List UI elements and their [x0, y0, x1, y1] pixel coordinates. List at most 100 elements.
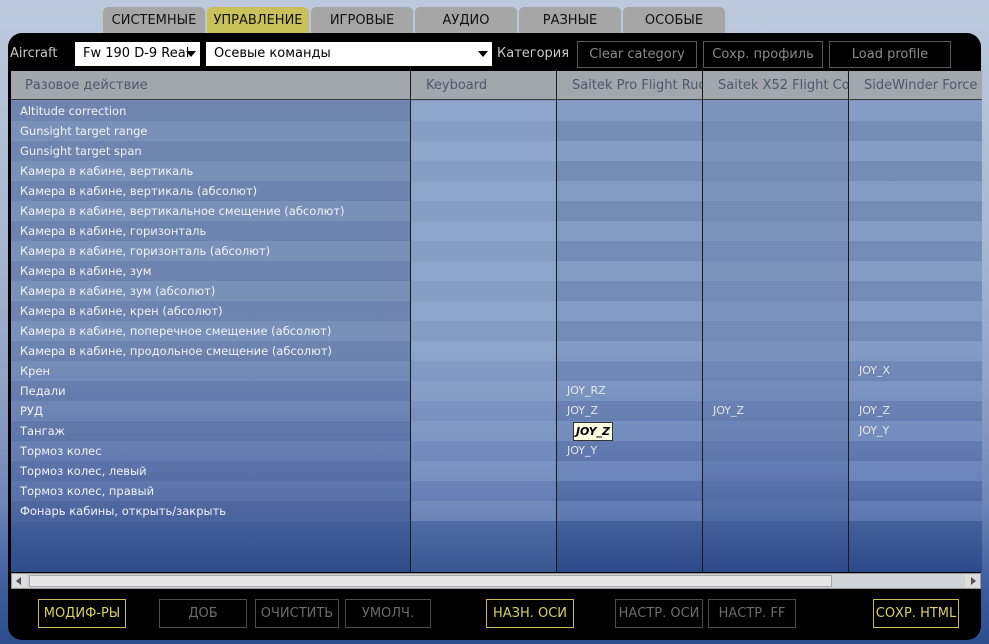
- binding-cell[interactable]: [411, 221, 556, 241]
- add-button[interactable]: ДОБ: [159, 599, 247, 628]
- tab-game[interactable]: ИГРОВЫЕ: [311, 7, 413, 34]
- save-html-button[interactable]: СОХР. HTML: [873, 599, 959, 628]
- binding-cell[interactable]: [411, 141, 556, 161]
- binding-editing-value[interactable]: JOY_Z: [573, 422, 613, 441]
- table-row[interactable]: Камера в кабине, зум (абсолют): [11, 281, 982, 301]
- binding-cell[interactable]: [703, 481, 848, 501]
- binding-cell[interactable]: [557, 501, 702, 521]
- binding-cell[interactable]: [703, 361, 848, 381]
- binding-cell[interactable]: [849, 501, 982, 521]
- axis-settings-button[interactable]: НАСТР. ОСИ: [615, 599, 703, 628]
- assign-axes-button[interactable]: НАЗН. ОСИ: [486, 599, 574, 628]
- binding-cell[interactable]: [411, 261, 556, 281]
- binding-cell[interactable]: [411, 441, 556, 461]
- binding-cell[interactable]: [411, 101, 556, 121]
- scroll-right-button[interactable]: [965, 574, 980, 588]
- table-row[interactable]: Камера в кабине, горизонталь (абсолют): [11, 241, 982, 261]
- binding-cell[interactable]: [557, 181, 702, 201]
- binding-cell[interactable]: [703, 241, 848, 261]
- table-row[interactable]: Gunsight target range: [11, 121, 982, 141]
- binding-cell[interactable]: [703, 281, 848, 301]
- binding-cell[interactable]: [411, 181, 556, 201]
- binding-cell[interactable]: [557, 341, 702, 361]
- binding-cell[interactable]: [849, 181, 982, 201]
- binding-cell[interactable]: [849, 261, 982, 281]
- binding-cell[interactable]: [557, 201, 702, 221]
- binding-cell[interactable]: [411, 501, 556, 521]
- binding-cell[interactable]: [703, 181, 848, 201]
- table-row[interactable]: Камера в кабине, продольное смещение (аб…: [11, 341, 982, 361]
- table-row[interactable]: Камера в кабине, вертикаль: [11, 161, 982, 181]
- binding-cell[interactable]: [849, 321, 982, 341]
- scroll-left-button[interactable]: [12, 574, 27, 588]
- binding-cell[interactable]: [849, 381, 982, 401]
- binding-cell[interactable]: [849, 461, 982, 481]
- binding-cell[interactable]: [849, 301, 982, 321]
- table-row[interactable]: Камера в кабине, вертикаль (абсолют): [11, 181, 982, 201]
- binding-cell[interactable]: [411, 481, 556, 501]
- binding-cell[interactable]: [703, 161, 848, 181]
- binding-cell[interactable]: [411, 321, 556, 341]
- tab-misc[interactable]: РАЗНЫЕ: [519, 7, 621, 34]
- binding-cell[interactable]: [411, 361, 556, 381]
- table-row[interactable]: РУД JOY_Z JOY_Z JOY_Z: [11, 401, 982, 421]
- binding-cell[interactable]: [411, 401, 556, 421]
- aircraft-select[interactable]: Fw 190 D-9 Real: [75, 42, 200, 66]
- command-set-select[interactable]: Осевые команды: [206, 42, 492, 66]
- column-header-saitek-pro[interactable]: Saitek Pro Flight Rudder: [558, 71, 703, 100]
- binding-cell[interactable]: [557, 361, 702, 381]
- binding-cell[interactable]: [411, 121, 556, 141]
- table-row[interactable]: Камера в кабине, вертикальное смещение (…: [11, 201, 982, 221]
- clear-category-button[interactable]: Clear category: [577, 41, 697, 68]
- binding-cell[interactable]: [703, 501, 848, 521]
- table-row[interactable]: Педали JOY_RZ: [11, 381, 982, 401]
- binding-cell[interactable]: [557, 121, 702, 141]
- binding-cell[interactable]: [703, 301, 848, 321]
- tab-system[interactable]: СИСТЕМНЫЕ: [103, 7, 205, 34]
- binding-cell[interactable]: [557, 101, 702, 121]
- binding-cell[interactable]: [849, 161, 982, 181]
- binding-cell[interactable]: [703, 461, 848, 481]
- binding-cell[interactable]: [411, 421, 556, 441]
- table-row[interactable]: Тормоз колес, левый: [11, 461, 982, 481]
- binding-cell[interactable]: [703, 321, 848, 341]
- binding-cell[interactable]: [411, 341, 556, 361]
- ff-settings-button[interactable]: НАСТР. FF: [708, 599, 796, 628]
- modifiers-button[interactable]: МОДИФ-РЫ: [38, 599, 126, 628]
- tab-controls[interactable]: УПРАВЛЕНИЕ: [207, 7, 309, 34]
- binding-cell[interactable]: [411, 301, 556, 321]
- binding-cell[interactable]: [557, 221, 702, 241]
- table-row[interactable]: Тормоз колес, правый: [11, 481, 982, 501]
- binding-cell[interactable]: [703, 101, 848, 121]
- binding-cell[interactable]: [703, 341, 848, 361]
- tab-special[interactable]: ОСОБЫЕ: [623, 7, 725, 34]
- binding-cell[interactable]: [849, 201, 982, 221]
- binding-cell[interactable]: [411, 161, 556, 181]
- binding-cell[interactable]: [557, 161, 702, 181]
- binding-cell[interactable]: [703, 261, 848, 281]
- binding-cell[interactable]: [849, 441, 982, 461]
- clear-button[interactable]: ОЧИСТИТЬ: [255, 599, 339, 628]
- binding-cell[interactable]: [557, 281, 702, 301]
- binding-cell[interactable]: [849, 141, 982, 161]
- binding-cell[interactable]: [849, 121, 982, 141]
- binding-cell[interactable]: [703, 141, 848, 161]
- binding-cell[interactable]: [557, 321, 702, 341]
- defaults-button[interactable]: УМОЛЧ.: [345, 599, 431, 628]
- load-profile-button[interactable]: Load profile: [829, 41, 951, 68]
- scrollbar-thumb[interactable]: [29, 575, 832, 587]
- table-row[interactable]: Камера в кабине, горизонталь: [11, 221, 982, 241]
- column-header-action[interactable]: Разовое действие: [11, 71, 410, 100]
- horizontal-scrollbar[interactable]: [11, 573, 981, 589]
- column-header-sidewinder[interactable]: SideWinder Force Feedback: [850, 71, 982, 100]
- binding-cell[interactable]: [849, 481, 982, 501]
- binding-cell[interactable]: [557, 461, 702, 481]
- binding-cell[interactable]: [557, 141, 702, 161]
- binding-cell[interactable]: [411, 201, 556, 221]
- binding-cell[interactable]: [411, 281, 556, 301]
- binding-cell[interactable]: [703, 441, 848, 461]
- table-row[interactable]: Камера в кабине, зум: [11, 261, 982, 281]
- binding-cell[interactable]: [703, 421, 848, 441]
- binding-cell[interactable]: [557, 481, 702, 501]
- binding-cell[interactable]: [849, 241, 982, 261]
